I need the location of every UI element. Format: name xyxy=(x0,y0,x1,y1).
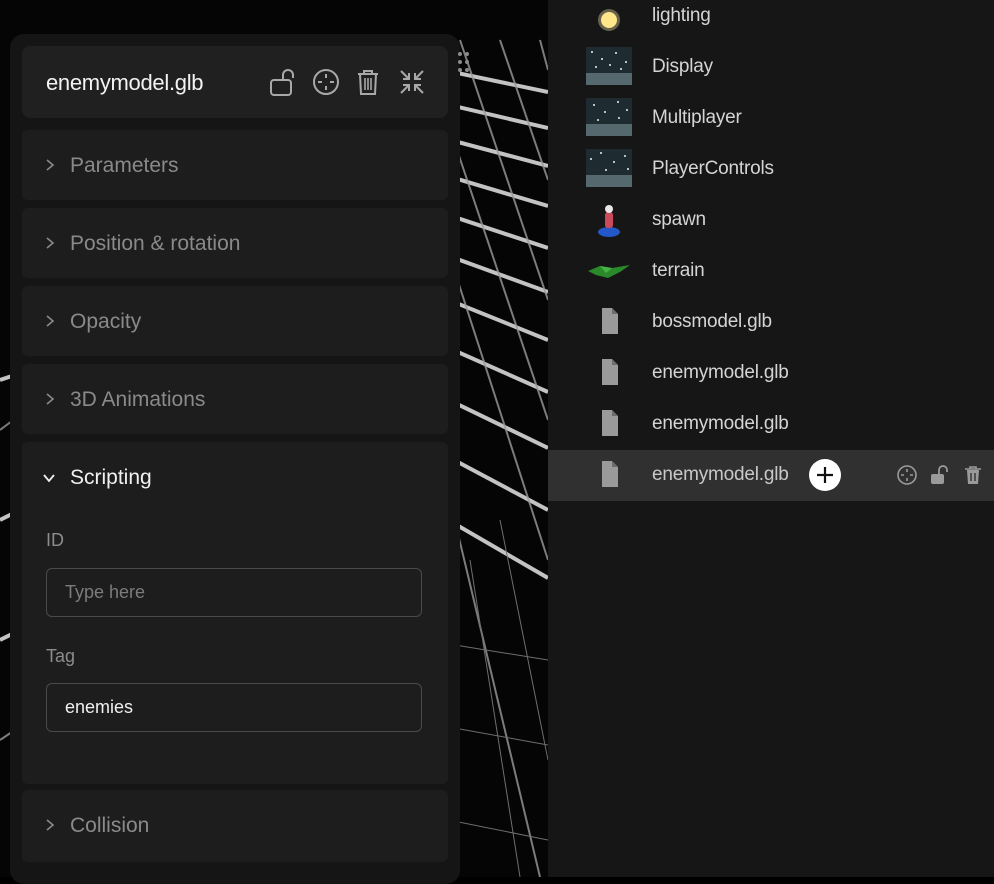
list-item[interactable]: spawn xyxy=(548,195,994,246)
section-collision[interactable]: Collision xyxy=(22,790,448,862)
tag-label: Tag xyxy=(46,646,76,666)
inspector-header: enemymodel.glb xyxy=(22,46,448,118)
item-name: bossmodel.glb xyxy=(652,311,772,332)
item-name: terrain xyxy=(652,260,705,281)
item-name: lighting xyxy=(652,5,711,26)
item-name: Multiplayer xyxy=(652,107,742,128)
list-item[interactable]: Multiplayer xyxy=(548,93,994,144)
list-item[interactable]: terrain xyxy=(548,246,994,297)
trash-icon[interactable] xyxy=(352,66,384,98)
chevron-right-icon xyxy=(46,393,55,405)
trash-icon[interactable] xyxy=(962,464,984,486)
model-file-icon xyxy=(602,308,618,334)
section-opacity[interactable]: Opacity xyxy=(22,286,448,356)
id-input[interactable] xyxy=(46,568,422,617)
section-label: 3D Animations xyxy=(70,388,206,411)
starfield-thumbnail xyxy=(586,47,632,85)
section-label: Collision xyxy=(70,814,150,837)
lock-open-icon[interactable] xyxy=(268,66,300,98)
section-label[interactable]: Scripting xyxy=(70,466,152,490)
item-name: spawn xyxy=(652,209,706,230)
tag-input[interactable] xyxy=(46,683,422,732)
inspector-panel: enemymodel.glb Parameters Position & rot… xyxy=(10,34,460,884)
id-label: ID xyxy=(46,530,64,550)
model-file-icon xyxy=(602,461,618,487)
section-scripting: Scripting ID Tag xyxy=(22,442,448,784)
item-name: enemymodel.glb xyxy=(652,464,789,485)
section-position-rotation[interactable]: Position & rotation xyxy=(22,208,448,278)
list-item-selected[interactable]: enemymodel.glb xyxy=(548,450,994,501)
section-label: Opacity xyxy=(70,310,142,333)
focus-target-icon[interactable] xyxy=(896,464,918,486)
scene-list: lighting Display Multiplayer PlayerContr… xyxy=(548,0,994,877)
model-file-icon xyxy=(602,359,618,385)
item-name: enemymodel.glb xyxy=(652,362,789,383)
spawn-character-thumbnail xyxy=(598,205,620,237)
section-label: Parameters xyxy=(70,154,179,177)
list-item[interactable]: enemymodel.glb xyxy=(548,348,994,399)
lock-open-icon[interactable] xyxy=(929,464,951,486)
item-name: Display xyxy=(652,56,713,77)
add-icon[interactable] xyxy=(809,459,841,491)
collapse-icon[interactable] xyxy=(396,66,428,98)
chevron-right-icon xyxy=(46,159,55,171)
chevron-right-icon xyxy=(46,237,55,249)
list-item[interactable]: bossmodel.glb xyxy=(548,297,994,348)
list-item[interactable]: enemymodel.glb xyxy=(548,399,994,450)
object-title: enemymodel.glb xyxy=(46,70,204,95)
list-item[interactable]: PlayerControls xyxy=(548,144,994,195)
light-bulb-thumbnail xyxy=(598,9,620,31)
section-3d-animations[interactable]: 3D Animations xyxy=(22,364,448,434)
chevron-right-icon xyxy=(46,819,55,831)
starfield-thumbnail xyxy=(586,149,632,187)
item-name: PlayerControls xyxy=(652,158,774,179)
drag-handle-icon[interactable] xyxy=(455,50,471,74)
chevron-down-icon[interactable] xyxy=(42,472,56,484)
item-name: enemymodel.glb xyxy=(652,413,789,434)
model-file-icon xyxy=(602,410,618,436)
section-label: Position & rotation xyxy=(70,232,241,255)
chevron-right-icon xyxy=(46,315,55,327)
list-item[interactable]: lighting xyxy=(548,0,994,42)
terrain-thumbnail xyxy=(588,265,630,278)
section-parameters[interactable]: Parameters xyxy=(22,130,448,200)
list-item[interactable]: Display xyxy=(548,42,994,93)
starfield-thumbnail xyxy=(586,98,632,136)
focus-target-icon[interactable] xyxy=(310,66,342,98)
